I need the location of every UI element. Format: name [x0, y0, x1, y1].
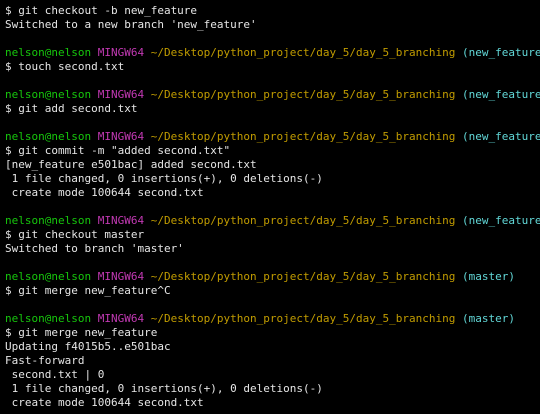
- prompt-path: ~/Desktop/python_project/day_5/day_5_bra…: [150, 130, 456, 143]
- prompt-host: MINGW64: [97, 46, 145, 59]
- output-line: Fast-forward: [5, 354, 85, 367]
- prompt-branch: (master): [461, 270, 515, 283]
- prompt-line: nelson@nelson MINGW64 ~/Desktop/python_p…: [5, 214, 540, 228]
- prompt-path: ~/Desktop/python_project/day_5/day_5_bra…: [150, 270, 456, 283]
- command-line: $ git checkout master: [5, 228, 145, 241]
- prompt-line: nelson@nelson MINGW64 ~/Desktop/python_p…: [5, 88, 540, 102]
- command-line: $ git merge new_feature: [5, 326, 158, 339]
- prompt-user: nelson@nelson: [5, 312, 92, 325]
- prompt-user: nelson@nelson: [5, 130, 92, 143]
- output-line: 1 file changed, 0 insertions(+), 0 delet…: [5, 382, 323, 395]
- prompt-host: MINGW64: [97, 312, 145, 325]
- prompt-host: MINGW64: [97, 88, 145, 101]
- output-line: Updating f4015b5..e501bac: [5, 340, 171, 353]
- terminal-output[interactable]: $ git checkout -b new_feature Switched to…: [0, 0, 540, 414]
- prompt-user: nelson@nelson: [5, 270, 92, 283]
- command-line: $ git commit -m "added second.txt": [5, 144, 231, 157]
- output-line: Switched to a new branch 'new_feature': [5, 18, 257, 31]
- prompt-branch: (new_feature): [461, 46, 540, 59]
- output-line: create mode 100644 second.txt: [5, 396, 204, 409]
- output-line: create mode 100644 second.txt: [5, 186, 204, 199]
- output-line: 1 file changed, 0 insertions(+), 0 delet…: [5, 172, 323, 185]
- prompt-user: nelson@nelson: [5, 214, 92, 227]
- output-line: Switched to branch 'master': [5, 242, 184, 255]
- command-line: $ git checkout -b new_feature: [5, 4, 198, 17]
- prompt-line: nelson@nelson MINGW64 ~/Desktop/python_p…: [5, 312, 540, 326]
- prompt-user: nelson@nelson: [5, 88, 92, 101]
- prompt-branch: (new_feature): [461, 88, 540, 101]
- command-line: $ git add second.txt: [5, 102, 138, 115]
- prompt-host: MINGW64: [97, 214, 145, 227]
- prompt-path: ~/Desktop/python_project/day_5/day_5_bra…: [150, 312, 456, 325]
- prompt-host: MINGW64: [97, 270, 145, 283]
- command-line: $ git merge new_feature^C: [5, 284, 171, 297]
- prompt-branch: (master): [461, 312, 515, 325]
- prompt-path: ~/Desktop/python_project/day_5/day_5_bra…: [150, 214, 456, 227]
- command-line: $ touch second.txt: [5, 60, 125, 73]
- prompt-branch: (new_feature): [461, 214, 540, 227]
- prompt-line: nelson@nelson MINGW64 ~/Desktop/python_p…: [5, 130, 540, 144]
- prompt-line: nelson@nelson MINGW64 ~/Desktop/python_p…: [5, 270, 540, 284]
- prompt-host: MINGW64: [97, 130, 145, 143]
- output-line: [new_feature e501bac] added second.txt: [5, 158, 257, 171]
- prompt-branch: (new_feature): [461, 130, 540, 143]
- output-line: second.txt | 0: [5, 368, 105, 381]
- prompt-path: ~/Desktop/python_project/day_5/day_5_bra…: [150, 88, 456, 101]
- prompt-user: nelson@nelson: [5, 46, 92, 59]
- prompt-path: ~/Desktop/python_project/day_5/day_5_bra…: [150, 46, 456, 59]
- prompt-line: nelson@nelson MINGW64 ~/Desktop/python_p…: [5, 46, 540, 60]
